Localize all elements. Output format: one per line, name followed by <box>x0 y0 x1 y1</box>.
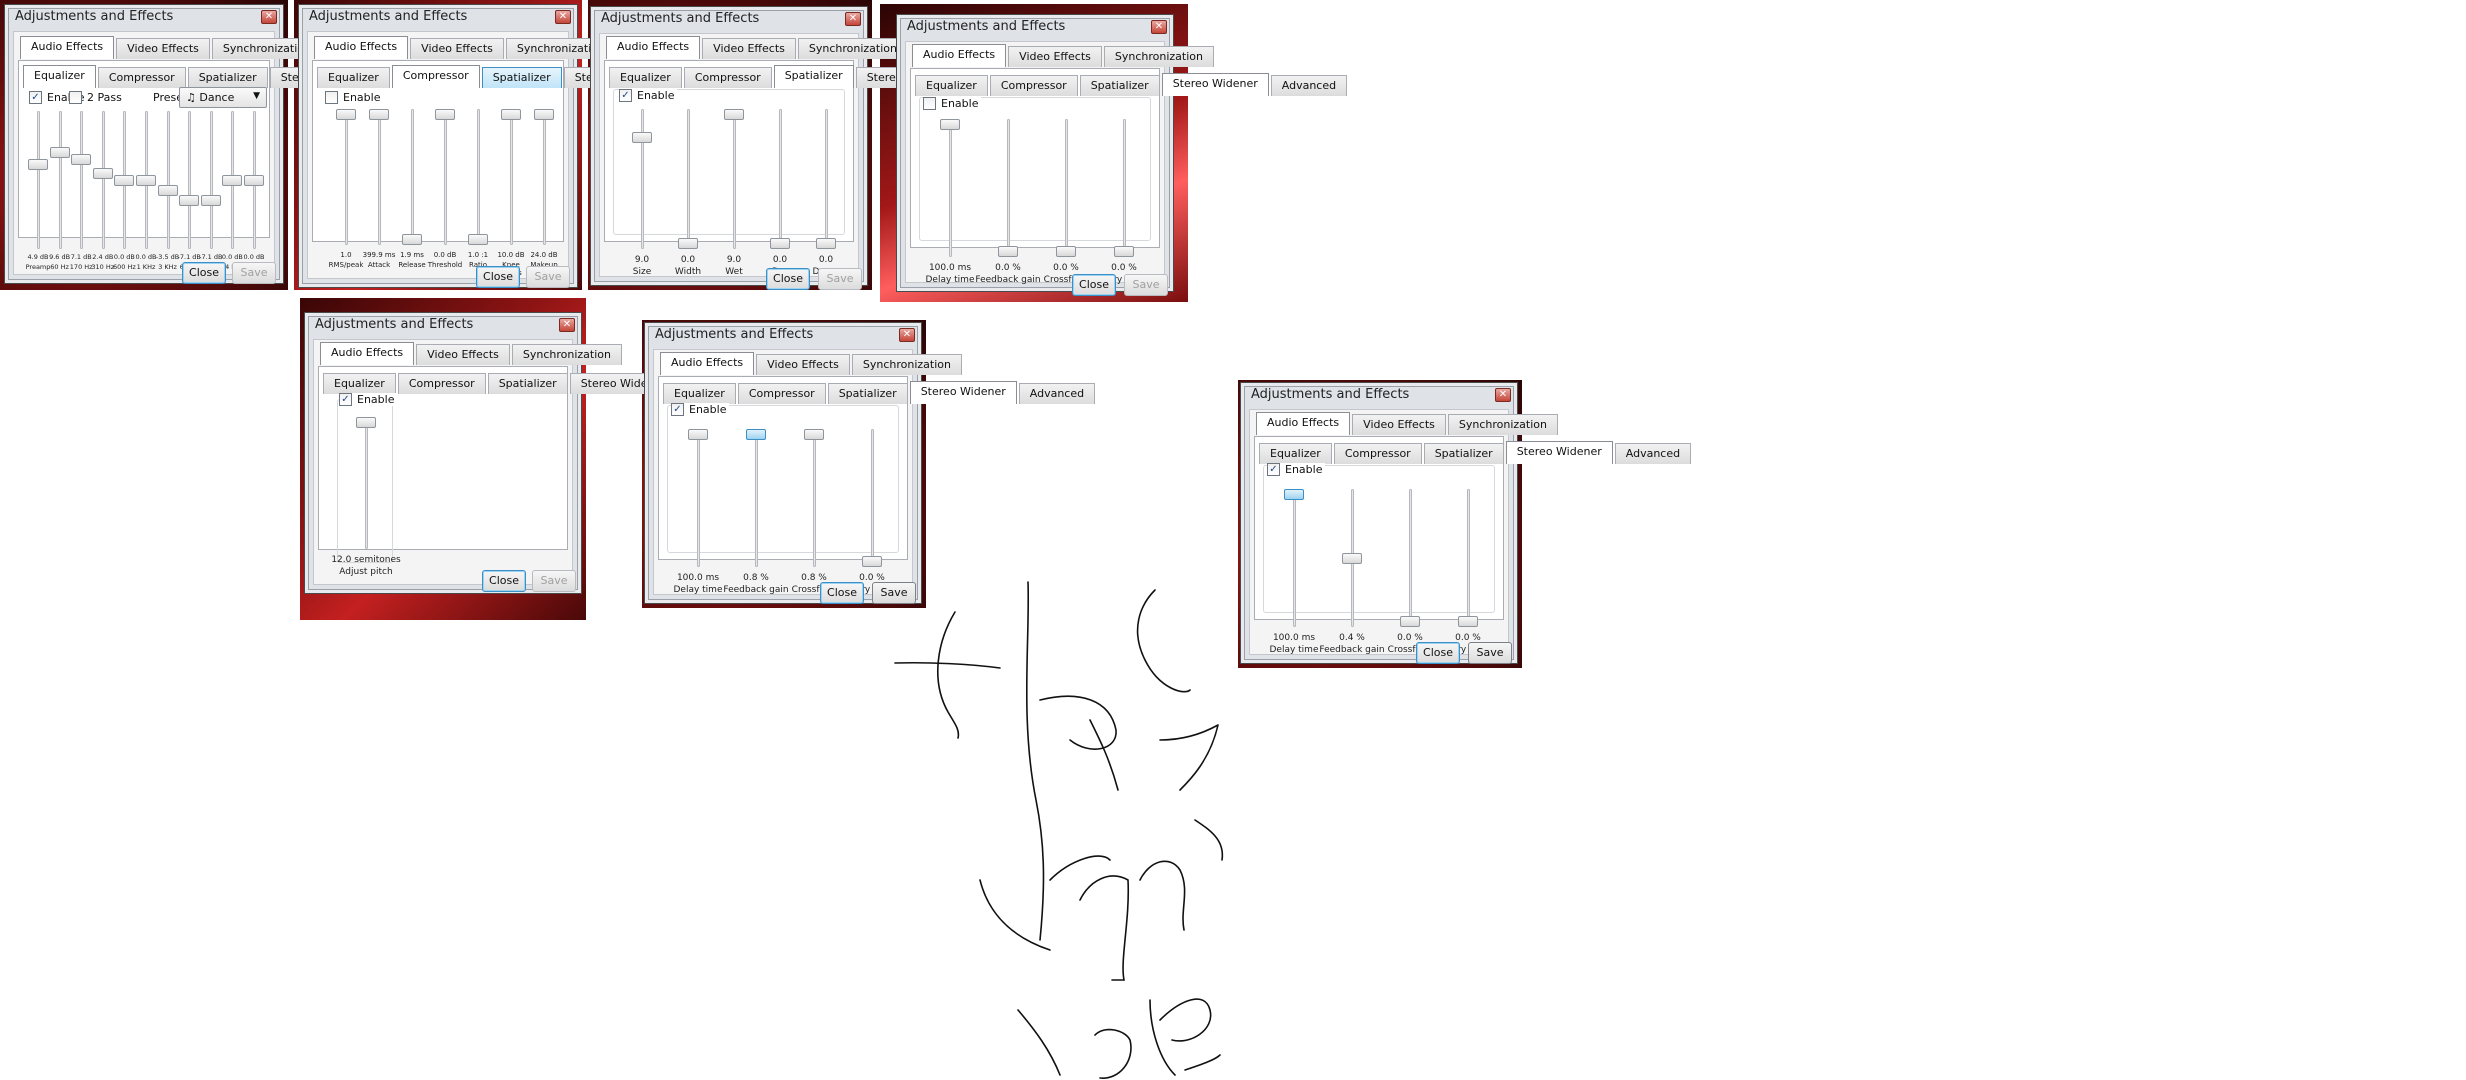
scribble-stroke <box>1025 581 1045 941</box>
scribble-stroke <box>1079 875 1130 981</box>
scribble-stroke <box>1017 1009 1061 1076</box>
scribble-stroke <box>1159 998 1212 1042</box>
scribble-stroke <box>1139 860 1186 931</box>
freehand-scribble <box>894 581 1224 1079</box>
scribble-stroke <box>937 611 960 739</box>
scribble-stroke <box>894 661 1001 669</box>
scribble-stroke <box>1089 719 1119 791</box>
scribble-stroke <box>1194 819 1224 861</box>
scribble-stroke <box>1159 724 1219 791</box>
scribble-stroke <box>1184 1054 1221 1071</box>
scribble-stroke <box>1136 589 1191 693</box>
scribble-stroke <box>1049 855 1111 881</box>
scribble-stroke <box>1039 695 1117 750</box>
scribble-stroke <box>1149 999 1176 1076</box>
scribble-stroke <box>1094 1028 1132 1079</box>
